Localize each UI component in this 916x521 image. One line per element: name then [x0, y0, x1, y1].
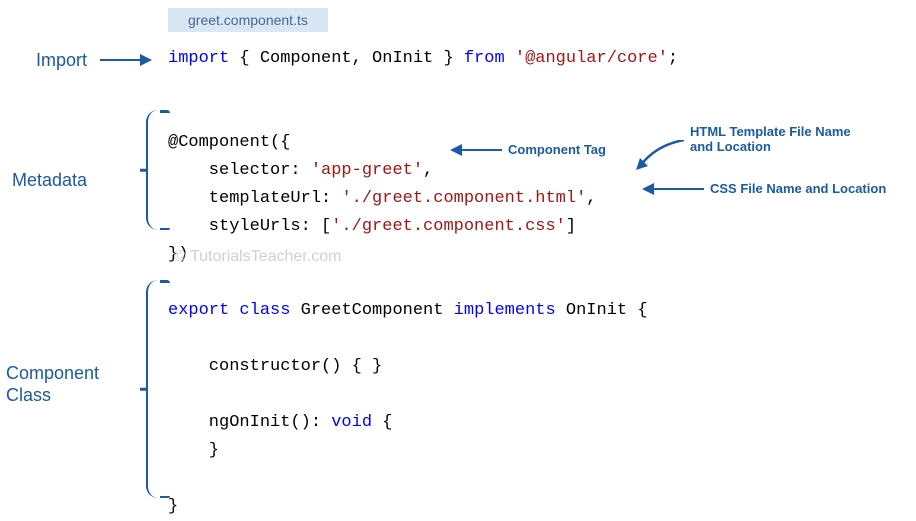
code-block: import { Component, OnInit } from '@angu…: [168, 45, 678, 521]
anno-line: and Location: [690, 139, 771, 154]
code-text: @Component({: [168, 133, 290, 152]
code-text: templateUrl:: [168, 189, 341, 208]
string: '@angular/core': [515, 49, 668, 68]
code-text: constructor() { }: [168, 357, 382, 376]
keyword: implements: [454, 301, 556, 320]
code-text: styleUrls: [: [168, 217, 331, 236]
code-text: {: [372, 413, 392, 432]
code-text: ,: [423, 161, 433, 180]
code-text: }: [168, 441, 219, 460]
arrow-icon: [652, 188, 704, 190]
watermark: © TutorialsTeacher.com: [174, 248, 341, 266]
keyword: class: [239, 301, 290, 320]
string: 'app-greet': [311, 161, 423, 180]
code-text: ,: [586, 189, 596, 208]
class-label-line1: Component: [6, 363, 99, 383]
metadata-label: Metadata: [12, 170, 87, 191]
brace-icon: [146, 110, 160, 230]
import-label: Import: [36, 50, 87, 71]
keyword: export: [168, 301, 229, 320]
code-text: ;: [668, 49, 678, 68]
string: './greet.component.css': [331, 217, 566, 236]
anno-line: HTML Template File Name: [690, 124, 851, 139]
arrow-icon: [460, 149, 502, 151]
arrow-icon: [100, 59, 142, 61]
code-text: OnInit {: [556, 301, 648, 320]
string: './greet.component.html': [341, 189, 586, 208]
class-label-line2: Class: [6, 385, 51, 405]
code-text: }: [168, 497, 178, 516]
annotation-html: HTML Template File Name and Location: [690, 124, 851, 154]
annotation-css: CSS File Name and Location: [710, 181, 886, 196]
code-text: selector:: [168, 161, 311, 180]
class-label: Component Class: [6, 362, 99, 406]
keyword: from: [464, 49, 505, 68]
code-text: GreetComponent: [290, 301, 453, 320]
brace-icon: [146, 280, 160, 498]
code-text: ]: [566, 217, 576, 236]
code-text: ngOnInit():: [168, 413, 331, 432]
keyword: import: [168, 49, 229, 68]
code-text: { Component, OnInit }: [229, 49, 464, 68]
keyword: void: [331, 413, 372, 432]
arrow-icon: [636, 140, 684, 170]
annotation-component-tag: Component Tag: [508, 142, 606, 157]
filename-tab: greet.component.ts: [168, 8, 328, 32]
